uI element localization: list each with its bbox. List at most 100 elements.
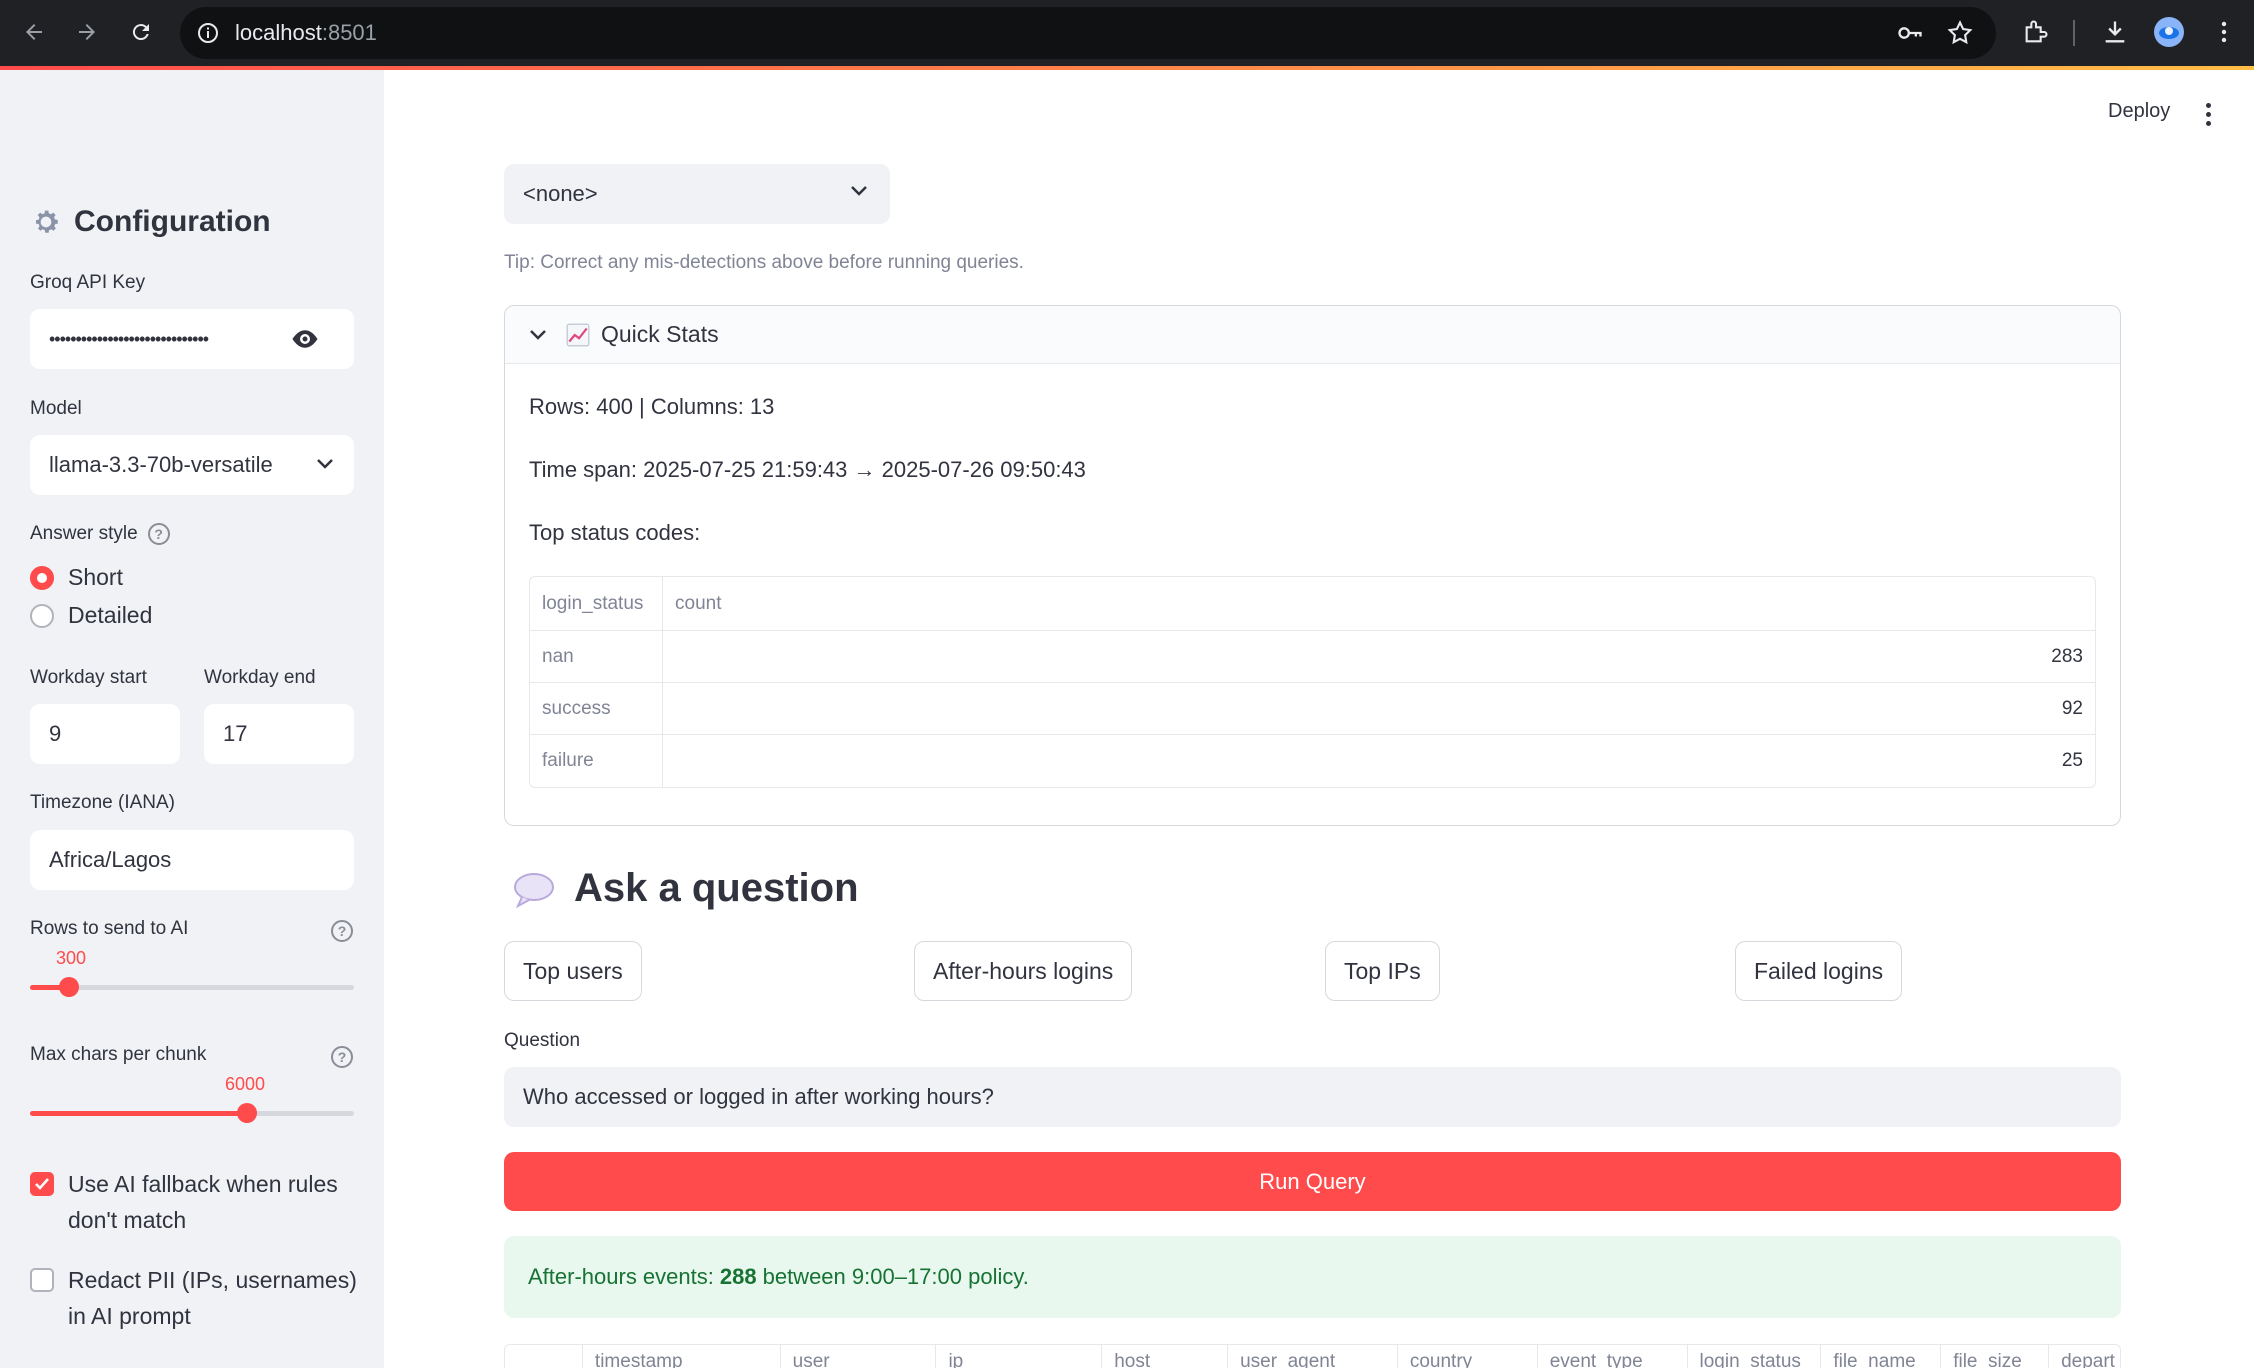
- column-header[interactable]: event_type: [1538, 1345, 1688, 1368]
- column-header[interactable]: timestamp: [583, 1345, 781, 1368]
- table-row: success 92: [530, 683, 2095, 735]
- site-info-icon: [198, 23, 218, 43]
- password-key-icon[interactable]: [1892, 15, 1928, 51]
- chunk-slider[interactable]: [30, 1103, 354, 1123]
- main-menu-icon[interactable]: [2196, 100, 2220, 128]
- column-header[interactable]: depart: [2049, 1345, 2120, 1368]
- column-header[interactable]: file_name: [1821, 1345, 1942, 1368]
- column-select-value: <none>: [523, 181, 598, 206]
- back-button[interactable]: [14, 12, 54, 52]
- redact-pii-label: Redact PII (IPs, usernames) in AI prompt: [68, 1267, 357, 1329]
- downloads-icon[interactable]: [2097, 14, 2133, 50]
- table-row: failure 25: [530, 735, 2095, 787]
- forward-button[interactable]: [67, 12, 107, 52]
- answer-style-label: Answer style: [30, 523, 138, 544]
- answer-style-label-row: Answer style ?: [30, 523, 170, 545]
- gear-icon: [36, 210, 58, 233]
- radio-label-detailed: Detailed: [68, 602, 153, 628]
- column-header[interactable]: count: [663, 577, 2095, 631]
- url-text: localhost:8501: [235, 20, 377, 45]
- result-suffix: between 9:00–17:00 policy.: [762, 1264, 1029, 1289]
- rows-columns-text: Rows: 400 | Columns: 13: [529, 394, 775, 419]
- table-cell-status: nan: [530, 631, 663, 683]
- radio-label-short: Short: [68, 564, 123, 590]
- column-select[interactable]: <none>: [504, 164, 890, 224]
- timezone-label: Timezone (IANA): [30, 792, 175, 813]
- toolbar-divider: [2073, 20, 2075, 46]
- rows-help-icon[interactable]: ?: [331, 920, 353, 942]
- column-header[interactable]: file_size: [1941, 1345, 2050, 1368]
- chevron-down-icon: [530, 329, 546, 340]
- chart-increasing-icon: [566, 323, 590, 346]
- answer-style-help-icon[interactable]: ?: [147, 523, 170, 545]
- quick-stats-expander: Quick Stats Rows: 400 | Columns: 13 Time…: [504, 305, 2121, 826]
- column-header[interactable]: ip: [936, 1345, 1103, 1368]
- answer-style-short-radio[interactable]: Short: [30, 564, 123, 591]
- rows-slider[interactable]: [30, 977, 354, 997]
- browser-menu-icon[interactable]: [2206, 14, 2242, 50]
- rows-slider-thumb[interactable]: [59, 977, 79, 997]
- run-query-button[interactable]: Run Query: [504, 1152, 2121, 1211]
- result-prefix: After-hours events:: [528, 1264, 714, 1289]
- ask-question-title: Ask a question: [574, 866, 859, 910]
- failed-logins-button[interactable]: Failed logins: [1735, 941, 1903, 1001]
- deploy-button[interactable]: Deploy: [2108, 100, 2170, 123]
- result-count: 288: [719, 1264, 757, 1289]
- api-key-input[interactable]: ••••••••••••••••••••••••••••••: [30, 309, 354, 369]
- radio-unselected-icon: [30, 603, 54, 628]
- workday-start-input[interactable]: 9: [30, 704, 180, 764]
- column-header[interactable]: login_status: [1688, 1345, 1822, 1368]
- top-ips-button[interactable]: Top IPs: [1325, 941, 1440, 1001]
- chunk-help-icon[interactable]: ?: [331, 1046, 353, 1068]
- bookmark-star-icon[interactable]: [1942, 15, 1978, 51]
- chunk-label: Max chars per chunk: [30, 1044, 207, 1065]
- question-label: Question: [504, 1030, 581, 1051]
- column-header[interactable]: host: [1102, 1345, 1229, 1368]
- column-header[interactable]: login_status: [530, 577, 663, 631]
- column-header[interactable]: [505, 1345, 583, 1368]
- extensions-puzzle-icon[interactable]: [2018, 14, 2054, 50]
- time-span-text: Time span: 2025-07-25 21:59:43 → 2025-07…: [529, 457, 1086, 482]
- top-users-button[interactable]: Top users: [504, 941, 642, 1001]
- table-row: nan 283: [530, 631, 2095, 683]
- ai-fallback-checkbox[interactable]: Use AI fallback when rules don't match: [30, 1166, 360, 1238]
- table-header-row: login_status count: [530, 577, 2095, 631]
- address-bar[interactable]: localhost:8501: [180, 7, 1996, 59]
- rows-label: Rows to send to AI: [30, 918, 189, 939]
- column-header[interactable]: country: [1398, 1345, 1538, 1368]
- timezone-input[interactable]: Africa/Lagos: [30, 830, 354, 890]
- table-cell-count: 283: [663, 631, 2095, 683]
- show-password-eye-icon[interactable]: [290, 327, 320, 351]
- reload-button[interactable]: [121, 12, 161, 52]
- question-input[interactable]: Who accessed or logged in after working …: [504, 1067, 2121, 1127]
- back-arrow-icon: [26, 24, 42, 40]
- profile-avatar[interactable]: [2151, 14, 2187, 50]
- reload-icon: [132, 24, 149, 41]
- api-key-label: Groq API Key: [30, 272, 146, 293]
- workday-end-label: Workday end: [204, 667, 316, 688]
- top-status-label: Top status codes:: [529, 520, 701, 545]
- timezone-value: Africa/Lagos: [49, 847, 172, 872]
- workday-end-input[interactable]: 17: [204, 704, 354, 764]
- chunk-slider-thumb[interactable]: [237, 1103, 257, 1123]
- rows-slider-value: 300: [56, 948, 87, 968]
- results-table-header: timestamp user ip host user_agent countr…: [504, 1344, 2121, 1368]
- quick-stats-header[interactable]: Quick Stats: [505, 306, 2120, 364]
- ai-fallback-label: Use AI fallback when rules don't match: [68, 1171, 338, 1233]
- column-header[interactable]: user_agent: [1228, 1345, 1398, 1368]
- api-key-value: ••••••••••••••••••••••••••••••: [49, 328, 209, 349]
- after-hours-logins-button[interactable]: After-hours logins: [914, 941, 1133, 1001]
- model-select[interactable]: llama-3.3-70b-versatile: [30, 435, 354, 495]
- redact-pii-checkbox[interactable]: Redact PII (IPs, usernames) in AI prompt: [30, 1262, 360, 1334]
- chevron-down-icon: [317, 459, 333, 469]
- column-header[interactable]: user: [781, 1345, 937, 1368]
- ask-question-heading: Ask a question: [512, 866, 859, 911]
- forward-arrow-icon: [79, 24, 95, 40]
- status-counts-table: login_status count nan 283 success 92 fa…: [529, 576, 2096, 788]
- radio-selected-icon: [30, 565, 54, 590]
- question-value: Who accessed or logged in after working …: [523, 1084, 994, 1109]
- model-value: llama-3.3-70b-versatile: [49, 452, 273, 477]
- answer-style-detailed-radio[interactable]: Detailed: [30, 602, 152, 629]
- chevron-down-icon: [851, 186, 867, 196]
- sidebar: Configuration Groq API Key •••••••••••••…: [0, 70, 384, 1368]
